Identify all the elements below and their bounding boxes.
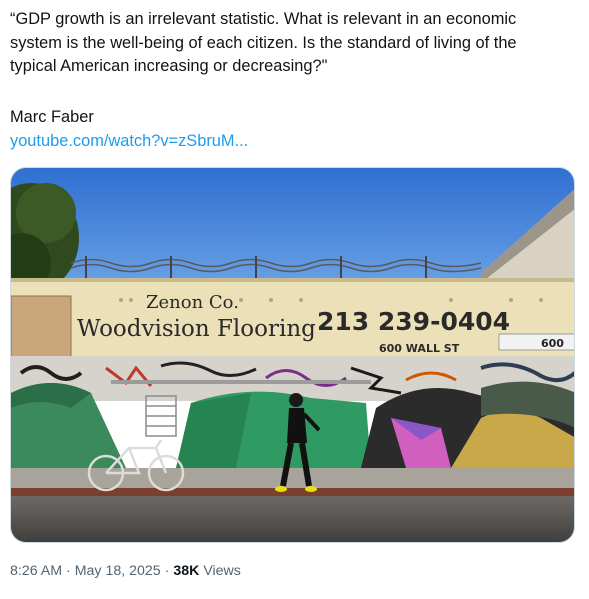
tweet-text-line: typical American increasing or decreasin… (10, 57, 328, 75)
views-count[interactable]: 38K (173, 563, 199, 579)
shopping-cart (145, 395, 177, 437)
street-scene-image: Zenon Co. Woodvision Flooring 213 239-04… (11, 168, 574, 542)
sign-title: Woodvision Flooring (77, 316, 316, 342)
meta-separator: · (66, 563, 71, 579)
plywood-board (11, 296, 71, 366)
tweet-photo[interactable]: Zenon Co. Woodvision Flooring 213 239-04… (10, 167, 575, 543)
tweet-text: “GDP growth is an irrelevant statistic. … (10, 8, 570, 79)
meta-separator: · (164, 563, 170, 579)
views-label: Views (203, 563, 241, 579)
quote-author: Marc Faber (10, 108, 94, 126)
road (11, 496, 574, 542)
youtube-link[interactable]: youtube.com/watch?v=zSbruM... (10, 130, 248, 154)
sign-number: 600 (541, 337, 564, 350)
sign-company: Zenon Co. (146, 292, 239, 313)
sign-address: 600 WALL ST (379, 342, 460, 355)
tweet-metadata: 8:26 AM · May 18, 2025 · 38K Views (10, 561, 241, 581)
tweet-date[interactable]: May 18, 2025 (75, 563, 161, 579)
tweet-time[interactable]: 8:26 AM (10, 563, 62, 579)
tweet-text-line: “GDP growth is an irrelevant statistic. … (10, 10, 517, 28)
sign-phone: 213 239-0404 (317, 307, 510, 336)
tweet-text-line: system is the well-being of each citizen… (10, 33, 517, 52)
